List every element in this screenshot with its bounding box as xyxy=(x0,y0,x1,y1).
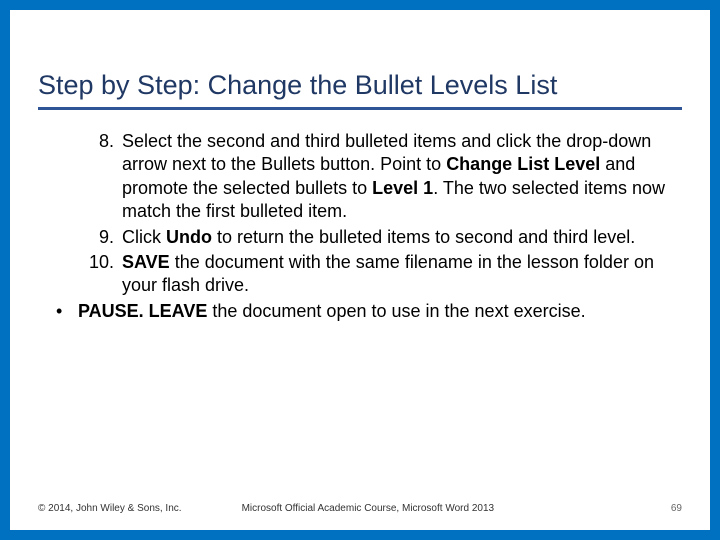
text: to return the bulleted items to second a… xyxy=(212,227,635,247)
text: the document open to use in the next exe… xyxy=(207,301,585,321)
step-item: 8. Select the second and third bulleted i… xyxy=(78,130,682,224)
slide: Step by Step: Change the Bullet Levels L… xyxy=(10,10,710,530)
text: Click xyxy=(122,227,166,247)
page-number: 69 xyxy=(671,503,682,514)
step-text: SAVE the document with the same filename… xyxy=(122,252,654,295)
course-text: Microsoft Official Academic Course, Micr… xyxy=(242,503,671,514)
slide-title: Step by Step: Change the Bullet Levels L… xyxy=(38,70,682,110)
step-number: 9. xyxy=(78,226,114,249)
pause-list: PAUSE. LEAVE the document open to use in… xyxy=(38,300,682,323)
step-item: 10. SAVE the document with the same file… xyxy=(78,251,682,298)
bold-text: Level 1 xyxy=(372,178,433,198)
bold-text: SAVE xyxy=(122,252,170,272)
bold-text: Change List Level xyxy=(446,154,600,174)
bold-text: PAUSE. LEAVE xyxy=(78,301,207,321)
step-number: 8. xyxy=(78,130,114,153)
copyright-text: © 2014, John Wiley & Sons, Inc. xyxy=(38,503,182,514)
slide-content: 8. Select the second and third bulleted i… xyxy=(38,130,682,323)
step-text: Click Undo to return the bulleted items … xyxy=(122,227,635,247)
footer: © 2014, John Wiley & Sons, Inc. Microsof… xyxy=(38,503,682,514)
step-item: 9. Click Undo to return the bulleted item… xyxy=(78,226,682,249)
numbered-steps: 8. Select the second and third bulleted i… xyxy=(38,130,682,298)
bold-text: Undo xyxy=(166,227,212,247)
pause-item: PAUSE. LEAVE the document open to use in… xyxy=(56,300,682,323)
text: the document with the same filename in t… xyxy=(122,252,654,295)
step-number: 10. xyxy=(78,251,114,274)
step-text: Select the second and third bulleted ite… xyxy=(122,131,665,221)
